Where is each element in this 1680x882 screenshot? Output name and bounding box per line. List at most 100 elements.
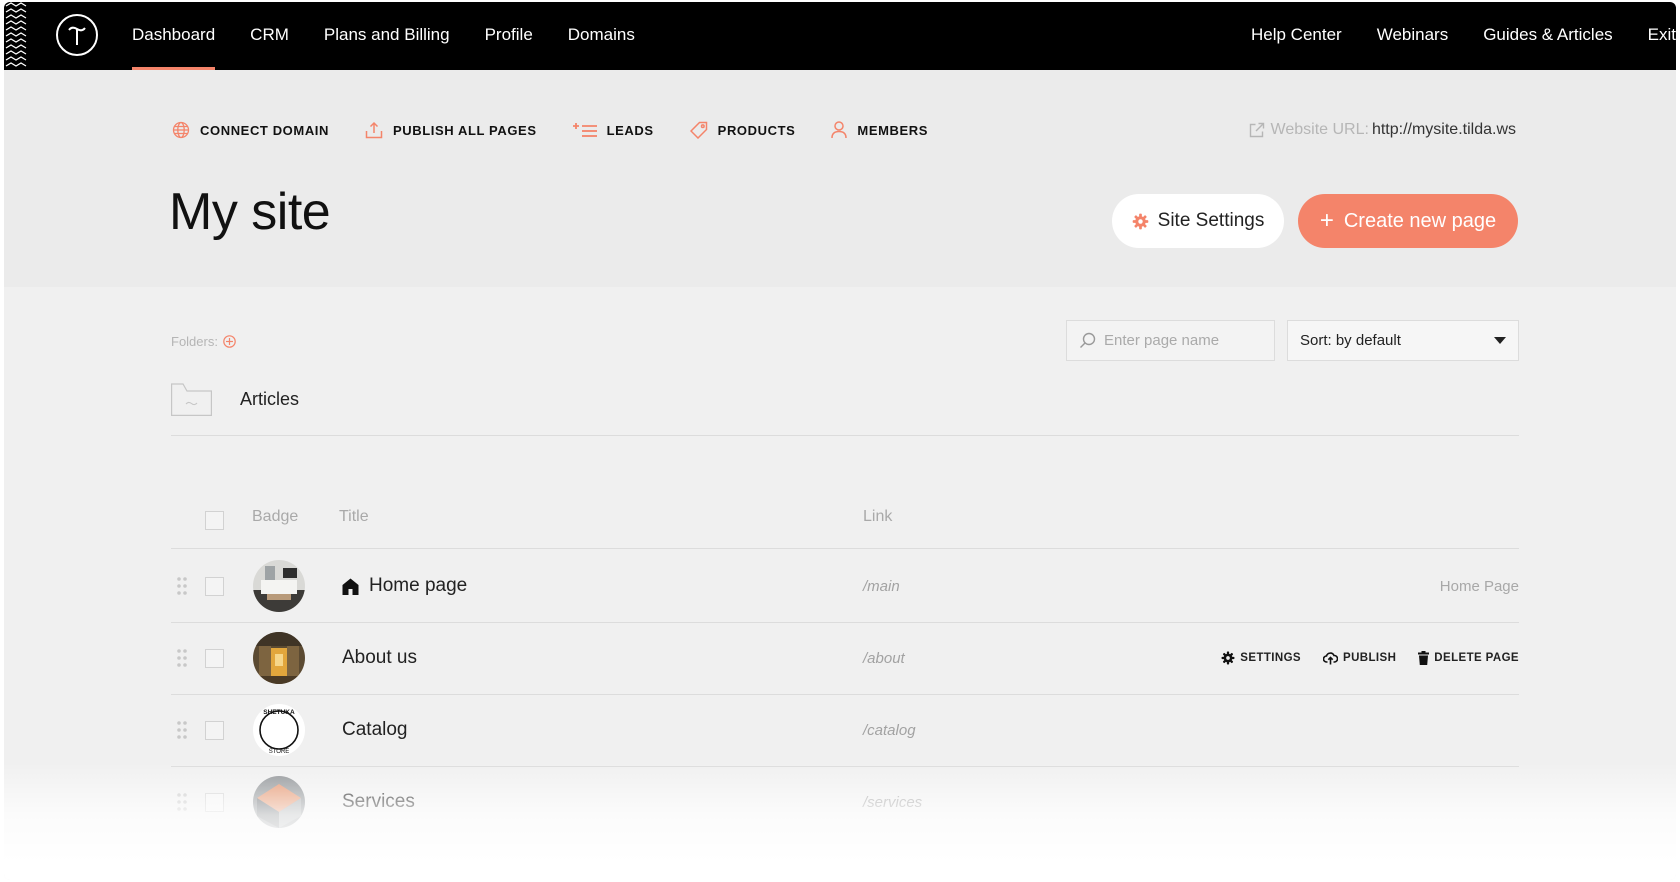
caret-down-icon — [1494, 336, 1506, 344]
top-navbar: Dashboard CRM Plans and Billing Profile … — [4, 2, 1676, 70]
column-header-title: Title — [339, 508, 369, 525]
members-button[interactable]: MEMBERS — [831, 121, 928, 139]
folder-icon — [171, 383, 212, 416]
products-button[interactable]: PRODUCTS — [689, 121, 796, 139]
page-publish-button[interactable]: PUBLISH — [1323, 651, 1396, 665]
home-icon — [342, 578, 359, 595]
page-settings-button[interactable]: SETTINGS — [1221, 651, 1301, 665]
table-row: About us /about SETTINGS PUBLISH DELETE … — [171, 622, 1519, 694]
folders-label-text: Folders: — [171, 334, 218, 349]
nav-secondary: Help Center Webinars Guides & Articles E… — [1216, 2, 1676, 70]
nav-domains[interactable]: Domains — [568, 2, 635, 70]
external-link-icon — [1249, 122, 1264, 138]
members-label: MEMBERS — [857, 122, 929, 138]
table-row: SHETUKA STORE Catalog /catalog — [171, 694, 1519, 766]
drag-handle-icon[interactable] — [176, 648, 188, 668]
page-link[interactable]: /main — [863, 550, 900, 622]
create-new-page-label: Create new page — [1343, 209, 1497, 232]
products-label: PRODUCTS — [717, 122, 796, 138]
search-input[interactable] — [1104, 332, 1264, 349]
sort-dropdown[interactable]: Sort: by default — [1287, 320, 1519, 361]
select-all-checkbox[interactable] — [205, 511, 224, 530]
upload-icon — [365, 121, 383, 139]
cloud-upload-icon — [1323, 652, 1339, 665]
page-publish-label: PUBLISH — [1343, 652, 1397, 664]
page-title-text: Services — [342, 791, 415, 812]
nav-profile[interactable]: Profile — [485, 2, 533, 70]
nav-dashboard[interactable]: Dashboard — [132, 2, 216, 70]
delete-page-button[interactable]: DELETE PAGE — [1418, 651, 1519, 665]
page-badge-image[interactable]: SHETUKA STORE — [253, 704, 305, 756]
drag-handle-icon[interactable] — [176, 576, 188, 596]
page-title-text: About us — [342, 647, 417, 668]
sort-value: Sort: by default — [1300, 332, 1401, 349]
plus-icon: + — [1319, 207, 1334, 234]
drag-handle-icon[interactable] — [176, 720, 188, 740]
site-header — [4, 70, 1676, 287]
page-settings-label: SETTINGS — [1240, 652, 1302, 664]
row-checkbox[interactable] — [205, 793, 224, 812]
column-header-link: Link — [863, 508, 893, 525]
row-checkbox[interactable] — [205, 649, 224, 668]
badge-store-name: SHETUKA — [263, 709, 295, 716]
leads-button[interactable]: LEADS — [572, 122, 654, 138]
table-header-divider — [171, 548, 1519, 549]
drag-handle-icon[interactable] — [176, 792, 188, 812]
row-actions: SETTINGS PUBLISH DELETE PAGE — [1199, 622, 1519, 694]
page-title-cell[interactable]: About us — [342, 622, 417, 694]
page-title-text: Home page — [369, 575, 468, 596]
connect-domain-label: CONNECT DOMAIN — [200, 122, 330, 138]
site-settings-label: Site Settings — [1157, 210, 1265, 231]
folders-divider — [171, 435, 1519, 436]
page-badge-image[interactable] — [253, 632, 305, 684]
gear-icon — [1221, 651, 1235, 665]
page-badge-image[interactable] — [253, 560, 305, 612]
nav-guides-articles[interactable]: Guides & Articles — [1483, 2, 1612, 70]
trash-icon — [1418, 651, 1430, 665]
website-url-label: Website URL: — [1270, 121, 1369, 138]
page-title-text: Catalog — [342, 719, 408, 740]
page-search — [1066, 320, 1275, 361]
page-title-cell[interactable]: Home page — [342, 550, 467, 622]
nav-crm[interactable]: CRM — [250, 2, 289, 70]
create-new-page-button[interactable]: + Create new page — [1298, 194, 1518, 248]
site-actions-bar: CONNECT DOMAIN PUBLISH ALL PAGES LEADS P… — [172, 121, 964, 139]
page-link[interactable]: /catalog — [863, 694, 916, 766]
tilda-logo-icon — [68, 26, 86, 45]
site-settings-button[interactable]: Site Settings — [1112, 194, 1284, 248]
page-link[interactable]: /about — [863, 622, 905, 694]
page-badge-image[interactable] — [253, 776, 305, 828]
tag-icon — [689, 121, 707, 139]
user-icon — [831, 121, 848, 139]
table-row: Home page /main Home Page — [171, 550, 1519, 622]
nav-main: Dashboard CRM Plans and Billing Profile … — [132, 2, 670, 70]
page-title: My site — [169, 183, 331, 241]
page-link[interactable]: /services — [863, 766, 922, 838]
website-url: Website URL: http://mysite.tilda.ws — [1249, 121, 1516, 139]
publish-all-pages-button[interactable]: PUBLISH ALL PAGES — [365, 121, 537, 139]
row-checkbox[interactable] — [205, 721, 224, 740]
tilda-logo[interactable] — [56, 14, 98, 56]
website-url-link[interactable]: http://mysite.tilda.ws — [1372, 121, 1516, 139]
table-row: Services /services — [171, 766, 1519, 838]
nav-plans-billing[interactable]: Plans and Billing — [324, 2, 450, 70]
page-title-cell[interactable]: Services — [342, 766, 415, 838]
leads-list-icon — [572, 123, 597, 137]
folders-label: Folders: — [171, 334, 236, 349]
page-title-cell[interactable]: Catalog — [342, 694, 408, 766]
nav-webinars[interactable]: Webinars — [1377, 2, 1449, 70]
delete-page-label: DELETE PAGE — [1434, 652, 1519, 664]
search-icon — [1080, 332, 1096, 348]
app-frame: Dashboard CRM Plans and Billing Profile … — [4, 2, 1676, 880]
leads-label: LEADS — [606, 122, 654, 138]
home-page-tag: Home Page — [1439, 577, 1519, 595]
add-folder-icon[interactable] — [223, 335, 236, 348]
nav-help-center[interactable]: Help Center — [1251, 2, 1342, 70]
nav-exit[interactable]: Exit — [1648, 2, 1676, 70]
badge-store-label: STORE — [269, 749, 290, 755]
row-checkbox[interactable] — [205, 577, 224, 596]
gear-icon — [1132, 213, 1148, 229]
column-header-badge: Badge — [252, 508, 299, 525]
folder-item-articles[interactable]: Articles — [171, 383, 299, 416]
connect-domain-button[interactable]: CONNECT DOMAIN — [172, 121, 329, 139]
